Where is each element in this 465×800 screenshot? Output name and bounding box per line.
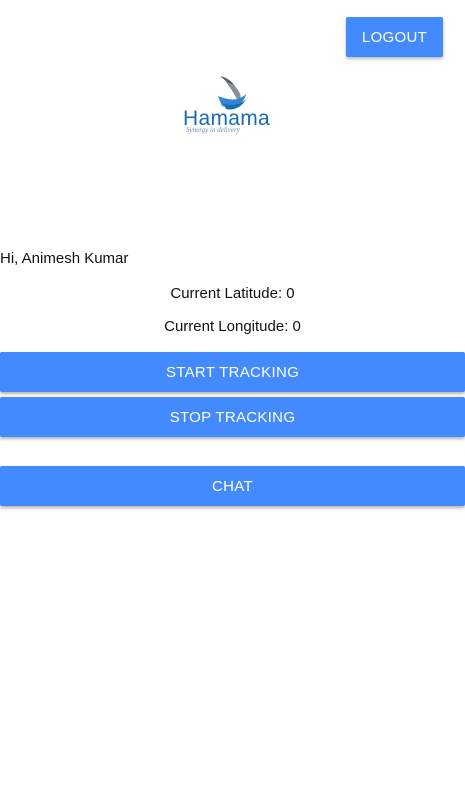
- chat-button[interactable]: CHAT: [0, 466, 465, 506]
- logo-tagline: Synergy in delivery: [186, 126, 240, 134]
- bird-logo-icon: [218, 76, 246, 110]
- start-tracking-button[interactable]: START TRACKING: [0, 352, 465, 392]
- logout-button[interactable]: LOGOUT: [346, 17, 443, 57]
- app-screen: LOGOUT Hamama Synergy in delivery Hi, An…: [0, 0, 465, 800]
- hamama-logo: Hamama Synergy in delivery: [180, 72, 286, 136]
- user-greeting: Hi, Animesh Kumar: [0, 250, 129, 267]
- stop-tracking-button[interactable]: STOP TRACKING: [0, 397, 465, 437]
- current-longitude: Current Longitude: 0: [164, 318, 301, 335]
- current-latitude: Current Latitude: 0: [170, 285, 295, 302]
